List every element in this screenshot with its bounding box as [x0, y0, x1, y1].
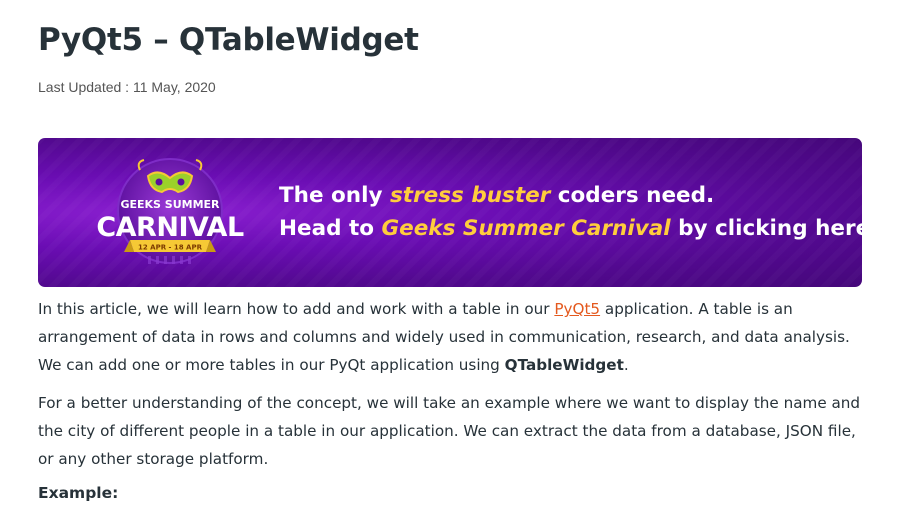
intro-paragraph: In this article, we will learn how to ad… — [38, 300, 850, 374]
example-heading: Example: — [38, 484, 119, 502]
logo-top-text: GEEKS SUMMER — [120, 198, 220, 211]
pyqt5-link[interactable]: PyQt5 — [554, 300, 600, 318]
qtablewidget-term: QTableWidget — [504, 356, 624, 374]
concept-paragraph: For a better understanding of the concep… — [38, 394, 861, 468]
last-updated: Last Updated : 11 May, 2020 — [38, 79, 216, 95]
logo-main-text: CARNIVAL — [96, 212, 244, 243]
promo-banner[interactable]: GEEKS SUMMER CARNIVAL 12 APR - 18 APR Th… — [38, 138, 862, 287]
page-title: PyQt5 – QTableWidget — [38, 22, 419, 58]
banner-highlight-1: stress buster — [390, 183, 551, 208]
carnival-logo: GEEKS SUMMER CARNIVAL 12 APR - 18 APR — [96, 158, 244, 264]
banner-line-1: The only stress buster coders need. — [279, 183, 715, 208]
logo-dates-text: 12 APR - 18 APR — [138, 244, 203, 252]
banner-highlight-2: Geeks Summer Carnival — [381, 216, 671, 241]
banner-line-2: Head to Geeks Summer Carnival by clickin… — [279, 216, 862, 241]
